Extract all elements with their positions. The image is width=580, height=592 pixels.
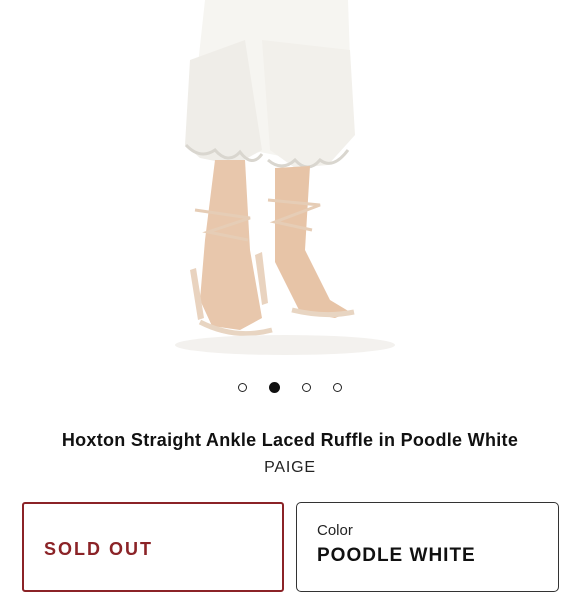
sold-out-button[interactable]: SOLD OUT [22, 502, 284, 592]
carousel-dot-3[interactable] [302, 383, 311, 392]
carousel-dot-4[interactable] [333, 383, 342, 392]
product-brand[interactable]: PAIGE [0, 459, 580, 477]
product-title: Hoxton Straight Ankle Laced Ruffle in Po… [61, 430, 519, 450]
carousel-dot-2-active[interactable] [269, 382, 280, 393]
carousel-dot-1[interactable] [238, 383, 247, 392]
color-value: POODLE WHITE [317, 545, 476, 566]
color-label: Color [317, 522, 353, 539]
product-photo[interactable] [0, 0, 580, 362]
carousel-indicator [0, 381, 580, 397]
color-selector[interactable]: Color POODLE WHITE [296, 502, 559, 592]
product-photo-illustration [175, 0, 395, 355]
sold-out-label: SOLD OUT [44, 539, 153, 559]
